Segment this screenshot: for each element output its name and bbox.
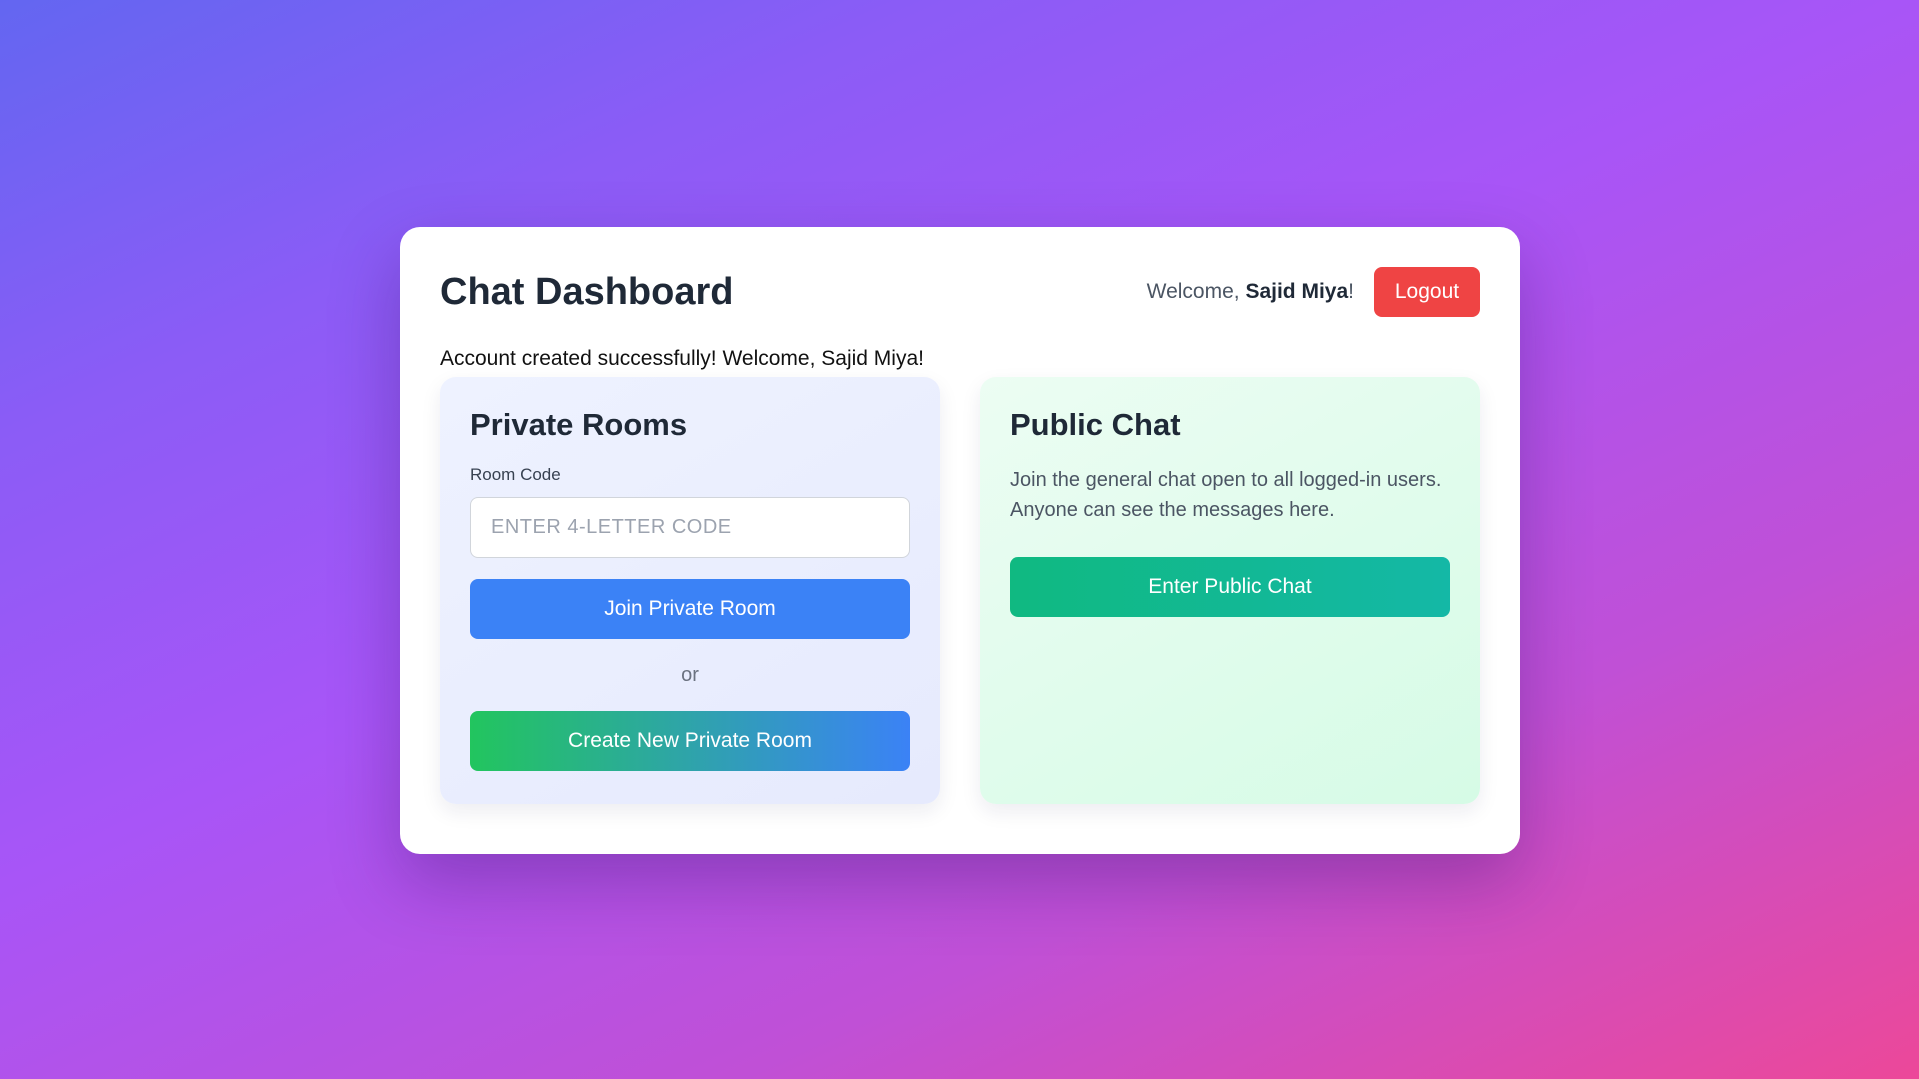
public-chat-description: Join the general chat open to all logged… xyxy=(1010,469,1442,521)
logout-button[interactable]: Logout xyxy=(1374,267,1480,317)
enter-public-chat-button[interactable]: Enter Public Chat xyxy=(1010,557,1450,617)
room-code-label: Room Code xyxy=(470,465,561,484)
join-private-room-button[interactable]: Join Private Room xyxy=(470,579,910,639)
user-name: Sajid Miya xyxy=(1245,280,1349,303)
private-rooms-title: Private Rooms xyxy=(470,407,688,442)
dashboard-header: Chat Dashboard Welcome, Sajid Miya! Logo… xyxy=(440,267,1480,317)
welcome-suffix: ! xyxy=(1348,280,1354,303)
public-chat-title: Public Chat xyxy=(1010,407,1181,442)
create-private-room-button[interactable]: Create New Private Room xyxy=(470,711,910,771)
welcome-prefix: Welcome, xyxy=(1146,280,1246,303)
room-code-input[interactable] xyxy=(470,497,910,558)
private-rooms-panel: Private Rooms Room Code Join Private Roo… xyxy=(440,377,940,804)
public-chat-panel: Public Chat Join the general chat open t… xyxy=(980,377,1480,804)
panels: Private Rooms Room Code Join Private Roo… xyxy=(440,377,1480,804)
page-title: Chat Dashboard xyxy=(440,270,734,313)
user-area: Welcome, Sajid Miya! Logout xyxy=(1147,267,1480,317)
or-divider: or xyxy=(681,664,699,686)
dashboard-card: Chat Dashboard Welcome, Sajid Miya! Logo… xyxy=(400,227,1520,854)
welcome-text: Welcome, Sajid Miya! xyxy=(1147,280,1354,304)
flash-message: Account created successfully! Welcome, S… xyxy=(440,347,924,370)
